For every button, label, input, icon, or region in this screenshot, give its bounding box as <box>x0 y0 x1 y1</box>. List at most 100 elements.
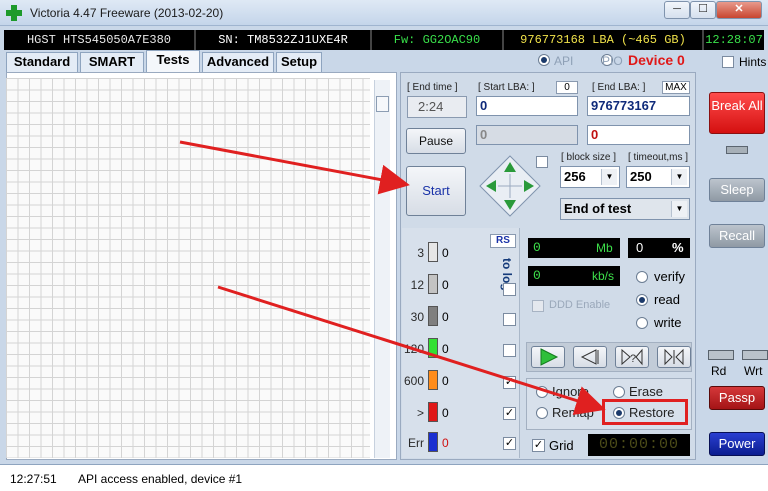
log-time: 12:27:51 <box>10 472 57 486</box>
victoria-cross-icon <box>6 5 22 21</box>
restore-highlight-box <box>602 399 688 425</box>
remap-label: Remap <box>552 405 594 420</box>
minimize-button[interactable]: ─ <box>664 1 690 19</box>
passp-button[interactable]: Passp <box>709 386 765 410</box>
close-button[interactable]: ✕ <box>716 1 762 19</box>
kbs-unit: kb/s <box>592 269 615 283</box>
grid-checkbox[interactable]: ✓ <box>532 439 545 452</box>
log-checkbox-120[interactable] <box>503 344 516 357</box>
read-radio[interactable] <box>636 294 648 306</box>
read-option[interactable]: read <box>636 292 696 308</box>
ignore-label: Ignore <box>552 384 589 399</box>
end-icon <box>664 348 684 366</box>
grid-scrollbar[interactable] <box>374 80 390 458</box>
error-lba-field: 0 <box>587 125 690 145</box>
maximize-button[interactable]: ☐ <box>690 1 716 19</box>
remap-option[interactable]: Remap <box>536 405 600 421</box>
write-radio[interactable] <box>636 317 648 329</box>
erase-label: Erase <box>629 384 663 399</box>
chevron-down-icon[interactable]: ▼ <box>671 169 687 185</box>
hints-checkbox[interactable] <box>722 56 734 68</box>
current-lba-field: 0 <box>476 125 578 145</box>
remap-radio[interactable] <box>536 407 548 419</box>
start-lba-reset-button[interactable]: 0 <box>556 81 578 94</box>
verify-radio[interactable] <box>636 271 648 283</box>
timeout-label: [ timeout,ms ] <box>628 152 689 163</box>
end-time-field[interactable]: 2:24 <box>407 96 467 118</box>
play-button[interactable] <box>531 346 565 368</box>
clock: 12:28:07 <box>705 33 763 47</box>
log-checkbox-over[interactable]: ✓ <box>503 407 516 420</box>
stat-count: 0 <box>442 246 449 260</box>
write-indicator-label: Wrt <box>744 364 763 378</box>
mb-unit: Mb <box>596 241 613 255</box>
start-button[interactable]: Start <box>406 166 466 216</box>
tab-advanced[interactable]: Advanced <box>202 52 274 72</box>
stat-row-120: 120 0 <box>402 338 472 360</box>
log-checkbox-err[interactable]: ✓ <box>503 437 516 450</box>
direction-pad[interactable] <box>476 152 544 220</box>
start-lba-field[interactable]: 0 <box>476 96 578 116</box>
stat-label: Err <box>408 436 424 450</box>
stat-row-12: 12 0 <box>402 274 472 296</box>
log-checkbox-30[interactable] <box>503 313 516 326</box>
tab-smart[interactable]: SMART <box>80 52 144 72</box>
window-title: Victoria 4.47 Freeware (2013-02-20) <box>30 6 224 20</box>
block-size-select[interactable]: 256 ▼ <box>560 166 620 188</box>
ddd-enable-checkbox[interactable] <box>532 300 544 312</box>
pause-button[interactable]: Pause <box>406 128 466 154</box>
max-lba-button[interactable]: MAX <box>662 81 690 94</box>
tab-tests[interactable]: Tests <box>146 50 200 72</box>
break-all-button[interactable]: Break All <box>709 92 765 134</box>
scan-grid <box>6 78 370 458</box>
skip-button[interactable]: ? <box>615 346 649 368</box>
erase-radio[interactable] <box>613 386 625 398</box>
block-size-label: [ block size ] <box>561 152 617 163</box>
erase-option[interactable]: Erase <box>613 384 673 400</box>
stat-row-over: > 0 <box>402 402 472 424</box>
elapsed-timer: 00:00:00 <box>588 434 690 456</box>
tab-standard[interactable]: Standard <box>6 52 78 72</box>
ignore-option[interactable]: Ignore <box>536 384 596 400</box>
drive-capacity: 976773168 LBA (~465 GB) <box>504 30 704 50</box>
grid-scroll-thumb[interactable] <box>376 96 389 112</box>
chevron-down-icon[interactable]: ▼ <box>601 169 617 185</box>
tab-setup[interactable]: Setup <box>276 52 322 72</box>
log-checkbox-600[interactable]: ✓ <box>503 376 516 389</box>
percent-value: 0 <box>636 240 644 255</box>
log-checkbox-12[interactable] <box>503 283 516 296</box>
write-option[interactable]: write <box>636 315 696 331</box>
verify-label: verify <box>654 269 686 284</box>
stat-swatch <box>428 338 438 358</box>
log-message: API access enabled, device #1 <box>78 472 243 486</box>
ignore-radio[interactable] <box>536 386 548 398</box>
start-lba-label: [ Start LBA: ] <box>478 82 535 93</box>
stat-label: 600 <box>403 374 424 388</box>
sleep-button[interactable]: Sleep <box>709 178 765 202</box>
stat-count: 0 <box>442 278 449 292</box>
stat-count: 0 <box>442 342 449 356</box>
stat-swatch <box>428 306 438 326</box>
chevron-down-icon[interactable]: ▼ <box>671 201 687 217</box>
stat-row-30: 30 0 <box>402 306 472 328</box>
verify-option[interactable]: verify <box>636 269 696 285</box>
nav-checkbox[interactable] <box>536 156 548 168</box>
timeout-select[interactable]: 250 ▼ <box>626 166 690 188</box>
read-indicator-label: Rd <box>711 364 727 378</box>
end-lba-field[interactable]: 976773167 <box>587 96 690 116</box>
end-time-label: [ End time ] <box>407 82 458 93</box>
read-indicator <box>708 350 734 360</box>
recall-button[interactable]: Recall <box>709 224 765 248</box>
play-icon <box>540 348 559 366</box>
percent-unit: % <box>672 240 684 255</box>
end-of-test-select[interactable]: End of test ▼ <box>560 198 690 220</box>
skip-icon: ? <box>621 348 643 366</box>
stat-count: 0 <box>442 374 449 388</box>
power-button[interactable]: Power <box>709 432 765 456</box>
stat-count: 0 <box>442 310 449 324</box>
end-button[interactable] <box>657 346 691 368</box>
reset-stats-button[interactable]: RS <box>490 234 516 248</box>
write-indicator <box>742 350 768 360</box>
api-radio[interactable] <box>538 54 550 66</box>
back-button[interactable] <box>573 346 607 368</box>
